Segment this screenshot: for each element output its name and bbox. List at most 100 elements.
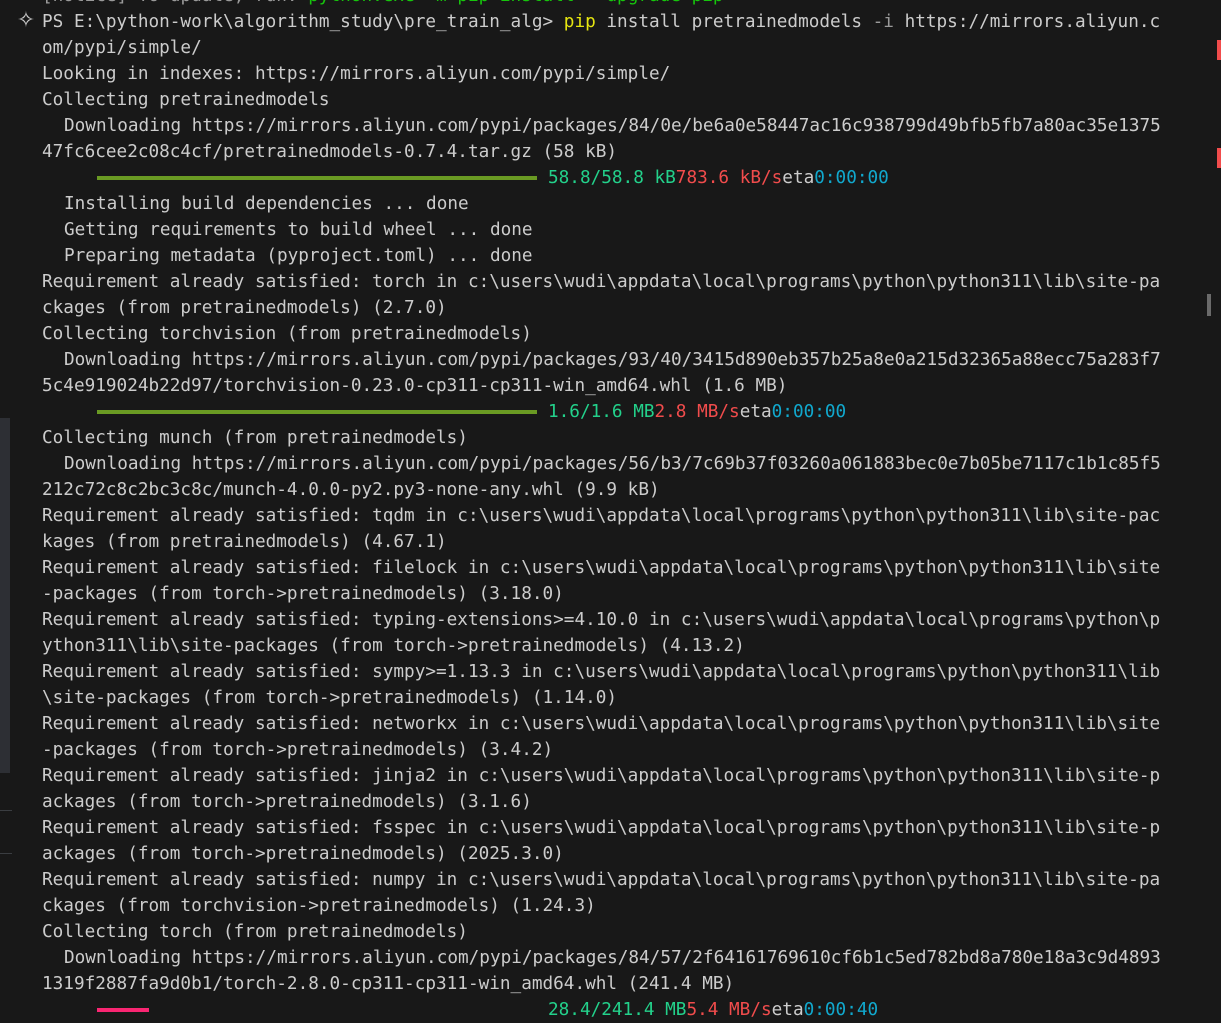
output-line: Downloading https://mirrors.aliyun.com/p… bbox=[42, 113, 1202, 139]
output-line: ckages (from pretrainedmodels) (2.7.0) bbox=[42, 295, 1202, 321]
line-text: 47fc6cee2c08c4cf/pretrainedmodels-0.7.4.… bbox=[42, 142, 618, 162]
line-text: \site-packages (from torch->pretrainedmo… bbox=[42, 688, 618, 708]
line-text: Requirement already satisfied: networkx … bbox=[42, 714, 1161, 734]
line-text: Collecting pretrainedmodels bbox=[42, 90, 330, 110]
progress-speed: 783.6 kB/s bbox=[675, 168, 783, 188]
output-line: Requirement already satisfied: typing-ex… bbox=[42, 607, 1202, 633]
line-text: ckages (from torchvision->pretrainedmode… bbox=[42, 896, 596, 916]
line-text: 5c4e919024b22d97/torchvision-0.23.0-cp31… bbox=[42, 376, 788, 396]
progress-bar bbox=[97, 1008, 537, 1012]
line-text: om/pypi/simple/ bbox=[42, 38, 202, 58]
progress-eta: 0:00:00 bbox=[771, 402, 847, 422]
output-line: Installing build dependencies ... done bbox=[42, 191, 1202, 217]
line-text: Downloading https://mirrors.aliyun.com/p… bbox=[64, 350, 1161, 370]
line-text: Downloading https://mirrors.aliyun.com/p… bbox=[64, 116, 1161, 136]
line-text: Getting requirements to build wheel ... … bbox=[64, 220, 533, 240]
output-line: Requirement already satisfied: jinja2 in… bbox=[42, 763, 1202, 789]
line-text: Requirement already satisfied: torch in … bbox=[42, 272, 1161, 292]
line-text: -packages (from torch->pretrainedmodels)… bbox=[42, 584, 564, 604]
output-line: Requirement already satisfied: filelock … bbox=[42, 555, 1202, 581]
progress-size: 58.8/58.8 kB bbox=[548, 168, 676, 188]
scrollbar-error-marker bbox=[1217, 148, 1221, 168]
line-text: Requirement already satisfied: filelock … bbox=[42, 558, 1161, 578]
line-text: Collecting torchvision (from pretrainedm… bbox=[42, 324, 532, 344]
output-line: om/pypi/simple/ bbox=[42, 35, 1202, 61]
output-line: Collecting munch (from pretrainedmodels) bbox=[42, 425, 1202, 451]
line-text: Collecting torch (from pretrainedmodels) bbox=[42, 922, 468, 942]
line-text: Collecting munch (from pretrainedmodels) bbox=[42, 428, 468, 448]
command-line: PS E:\python-work\algorithm_study\pre_tr… bbox=[42, 9, 1202, 35]
line-text: Downloading https://mirrors.aliyun.com/p… bbox=[64, 454, 1161, 474]
output-line: [notice] To update, run: python.exe -m p… bbox=[42, 0, 1202, 9]
output-line: Collecting torch (from pretrainedmodels) bbox=[42, 919, 1202, 945]
line-text: -i bbox=[872, 12, 894, 32]
output-line: Requirement already satisfied: networkx … bbox=[42, 711, 1202, 737]
line-text: Installing build dependencies ... done bbox=[64, 194, 469, 214]
sparkle-icon[interactable]: ✧ bbox=[12, 7, 40, 35]
line-text: python.exe -m pip install --upgrade pip bbox=[308, 0, 723, 6]
terminal-output[interactable]: [notice] To update, run: python.exe -m p… bbox=[42, 0, 1202, 1023]
left-scroll-track[interactable] bbox=[0, 418, 10, 773]
output-line: Requirement already satisfied: numpy in … bbox=[42, 867, 1202, 893]
line-text: Requirement already satisfied: typing-ex… bbox=[42, 610, 1161, 630]
line-text: 1319f2887fa9d0b1/torch-2.8.0-cp311-cp311… bbox=[42, 974, 735, 994]
progress-fill bbox=[97, 176, 537, 180]
line-text: Preparing metadata (pyproject.toml) ... … bbox=[64, 246, 533, 266]
output-line: ython311\lib\site-packages (from torch->… bbox=[42, 633, 1202, 659]
output-line: Getting requirements to build wheel ... … bbox=[42, 217, 1202, 243]
output-line: 47fc6cee2c08c4cf/pretrainedmodels-0.7.4.… bbox=[42, 139, 1202, 165]
line-text: https://mirrors.aliyun.c bbox=[893, 12, 1161, 32]
output-line: ackages (from torch->pretrainedmodels) (… bbox=[42, 789, 1202, 815]
progress-fill bbox=[97, 410, 537, 414]
progress-fill bbox=[97, 1008, 149, 1012]
line-text: Requirement already satisfied: fsspec in… bbox=[42, 818, 1161, 838]
line-text: Downloading https://mirrors.aliyun.com/p… bbox=[64, 948, 1161, 968]
output-line: Preparing metadata (pyproject.toml) ... … bbox=[42, 243, 1202, 269]
line-text: install pretrainedmodels bbox=[595, 12, 873, 32]
output-line: Requirement already satisfied: tqdm in c… bbox=[42, 503, 1202, 529]
progress-bar bbox=[97, 176, 537, 180]
progress-eta: 0:00:40 bbox=[803, 1000, 879, 1020]
progress-eta: 0:00:00 bbox=[814, 168, 889, 188]
left-divider bbox=[0, 810, 12, 811]
progress-eta-label: eta bbox=[739, 402, 772, 422]
line-text: Looking in indexes: https://mirrors.aliy… bbox=[42, 64, 671, 84]
output-line: Collecting torchvision (from pretrainedm… bbox=[42, 321, 1202, 347]
output-line: -packages (from torch->pretrainedmodels)… bbox=[42, 737, 1202, 763]
output-line: Requirement already satisfied: fsspec in… bbox=[42, 815, 1202, 841]
output-line: Downloading https://mirrors.aliyun.com/p… bbox=[42, 347, 1202, 373]
progress-line: 58.8/58.8 kB 783.6 kB/s eta 0:00:00 bbox=[42, 165, 1202, 191]
output-line: ckages (from torchvision->pretrainedmode… bbox=[42, 893, 1202, 919]
output-line: Requirement already satisfied: torch in … bbox=[42, 269, 1202, 295]
terminal-window: ✧ [notice] To update, run: python.exe -m… bbox=[0, 0, 1221, 1023]
progress-eta-label: eta bbox=[771, 1000, 804, 1020]
output-line: Downloading https://mirrors.aliyun.com/p… bbox=[42, 451, 1202, 477]
left-divider bbox=[0, 853, 12, 854]
line-text: ackages (from torch->pretrainedmodels) (… bbox=[42, 792, 532, 812]
progress-bar bbox=[97, 410, 537, 414]
progress-line: 28.4/241.4 MB 5.4 MB/s eta 0:00:40 bbox=[42, 997, 1202, 1023]
output-line: kages (from pretrainedmodels) (4.67.1) bbox=[42, 529, 1202, 555]
progress-speed: 2.8 MB/s bbox=[654, 402, 740, 422]
output-line: 1319f2887fa9d0b1/torch-2.8.0-cp311-cp311… bbox=[42, 971, 1202, 997]
scrollbar-error-marker bbox=[1217, 40, 1221, 60]
output-line: Downloading https://mirrors.aliyun.com/p… bbox=[42, 945, 1202, 971]
line-text: -packages (from torch->pretrainedmodels)… bbox=[42, 740, 554, 760]
line-text: Requirement already satisfied: jinja2 in… bbox=[42, 766, 1161, 786]
line-text: ckages (from pretrainedmodels) (2.7.0) bbox=[42, 298, 447, 318]
scrollbar-thumb[interactable] bbox=[1207, 294, 1211, 316]
line-text: ython311\lib\site-packages (from torch->… bbox=[42, 636, 745, 656]
line-text: To update, run: bbox=[127, 0, 308, 6]
line-text: ackages (from torch->pretrainedmodels) (… bbox=[42, 844, 564, 864]
progress-size: 1.6/1.6 MB bbox=[548, 402, 655, 422]
line-text: 212c72c8c2bc3c8c/munch-4.0.0-py2.py3-non… bbox=[42, 480, 660, 500]
progress-eta-label: eta bbox=[782, 168, 815, 188]
line-text: Requirement already satisfied: sympy>=1.… bbox=[42, 662, 1161, 682]
line-text: [notice] bbox=[42, 0, 127, 6]
output-line: Requirement already satisfied: sympy>=1.… bbox=[42, 659, 1202, 685]
line-text: kages (from pretrainedmodels) (4.67.1) bbox=[42, 532, 447, 552]
progress-line: 1.6/1.6 MB 2.8 MB/s eta 0:00:00 bbox=[42, 399, 1202, 425]
line-text: Requirement already satisfied: tqdm in c… bbox=[42, 506, 1161, 526]
line-text: Requirement already satisfied: numpy in … bbox=[42, 870, 1161, 890]
line-text: PS E:\python-work\algorithm_study\pre_tr… bbox=[42, 12, 564, 32]
